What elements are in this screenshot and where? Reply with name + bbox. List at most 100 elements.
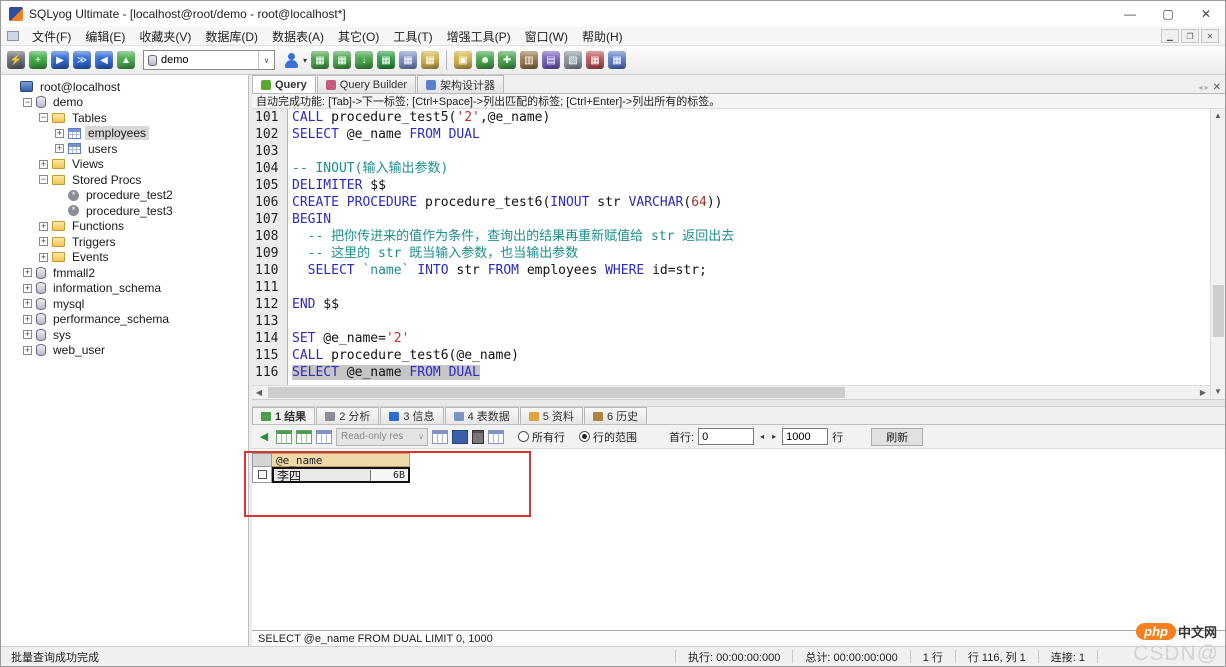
row-checkbox[interactable] bbox=[257, 470, 267, 479]
insert-row-icon[interactable]: ▦ bbox=[311, 51, 330, 69]
compare-icon[interactable]: ▦ bbox=[608, 51, 627, 69]
mdi-minimize-button[interactable]: ▁ bbox=[1161, 29, 1179, 43]
tree-item-information-schema[interactable]: + information_schema bbox=[1, 281, 248, 297]
tree-item-procedure-test2[interactable]: * procedure_test2 bbox=[1, 188, 248, 204]
expand-icon[interactable]: + bbox=[39, 159, 48, 169]
grid-corner-cell[interactable] bbox=[252, 453, 272, 467]
snapshot-icon[interactable]: ▧ bbox=[564, 51, 583, 69]
expand-icon[interactable]: + bbox=[23, 283, 32, 293]
export-table-icon[interactable]: ▦ bbox=[377, 51, 396, 69]
table-row[interactable]: 李四 6B bbox=[252, 467, 410, 483]
mdi-restore-button[interactable]: ❐ bbox=[1181, 29, 1199, 43]
expand-icon[interactable]: + bbox=[39, 221, 48, 231]
tree-item-performance-schema[interactable]: + performance_schema bbox=[1, 312, 248, 328]
readonly-result-dropdown[interactable]: Read-only res ∨ bbox=[336, 427, 428, 446]
expand-icon[interactable]: + bbox=[23, 268, 32, 278]
editor-vertical-scrollbar[interactable]: ▲ ▼ bbox=[1210, 109, 1225, 399]
hscroll-thumb[interactable] bbox=[268, 387, 845, 398]
execute-query-icon[interactable]: ▶ bbox=[51, 51, 69, 69]
code-line[interactable]: END $$ bbox=[288, 296, 1210, 313]
delete-row-icon[interactable] bbox=[472, 429, 484, 444]
code-line[interactable] bbox=[288, 313, 1210, 330]
row-count-input[interactable] bbox=[782, 428, 829, 445]
maximize-button[interactable]: ▢ bbox=[1149, 1, 1187, 27]
code-line[interactable]: CREATE PROCEDURE procedure_test6(INOUT s… bbox=[288, 194, 1210, 211]
save-changes-icon[interactable] bbox=[452, 429, 468, 444]
menu-item-9[interactable]: 窗口(W) bbox=[518, 27, 575, 45]
result-tab-5-资料[interactable]: 5 资料 bbox=[519, 407, 583, 424]
code-line[interactable]: SELECT @e_name FROM DUAL bbox=[288, 126, 1210, 143]
row-range-radio-circle[interactable] bbox=[579, 431, 590, 442]
editor-result-splitter[interactable] bbox=[252, 399, 1225, 407]
tree-item-sys[interactable]: + sys bbox=[1, 327, 248, 343]
tree-item-procedure-test3[interactable]: * procedure_test3 bbox=[1, 203, 248, 219]
menu-item-1[interactable]: 文件(F) bbox=[25, 27, 78, 45]
code-line[interactable]: -- 这里的 str 既当输入参数，也当输出参数 bbox=[288, 245, 1210, 262]
user-icon[interactable] bbox=[283, 51, 301, 69]
tree-item-fmmall2[interactable]: + fmmall2 bbox=[1, 265, 248, 281]
refresh-icon[interactable]: ◀ bbox=[95, 51, 113, 69]
row-checkbox-cell[interactable] bbox=[252, 467, 272, 483]
tree-item-functions[interactable]: + Functions bbox=[1, 219, 248, 235]
expand-icon[interactable]: + bbox=[23, 314, 32, 324]
tree-item-views[interactable]: + Views bbox=[1, 157, 248, 173]
tree-item-employees[interactable]: + employees bbox=[1, 126, 248, 142]
all-rows-radio-circle[interactable] bbox=[518, 431, 529, 442]
database-selector[interactable]: demo ∨ bbox=[143, 50, 275, 70]
duplicate-row-icon[interactable]: ▦ bbox=[333, 51, 352, 69]
result-tab-6-历史[interactable]: 6 历史 bbox=[583, 407, 648, 424]
code-line[interactable]: SELECT @e_name FROM DUAL bbox=[288, 364, 1210, 381]
code-line[interactable] bbox=[288, 143, 1210, 160]
menu-item-8[interactable]: 增强工具(P) bbox=[440, 27, 518, 45]
tree-item-tables[interactable]: − Tables bbox=[1, 110, 248, 126]
code-line[interactable]: BEGIN bbox=[288, 211, 1210, 228]
backup-icon[interactable]: ▣ bbox=[454, 51, 473, 69]
tab-query[interactable]: Query bbox=[252, 75, 316, 93]
expand-icon[interactable]: + bbox=[23, 330, 32, 340]
menu-item-10[interactable]: 帮助(H) bbox=[575, 27, 630, 45]
menu-item-5[interactable]: 数据表(A) bbox=[265, 27, 331, 45]
first-row-input[interactable] bbox=[698, 428, 755, 445]
scheduler-icon[interactable]: ▤ bbox=[542, 51, 561, 69]
code-line[interactable] bbox=[288, 279, 1210, 296]
tab-query-builder[interactable]: Query Builder bbox=[316, 75, 417, 93]
collapse-icon[interactable]: − bbox=[39, 175, 48, 185]
scroll-left-icon[interactable]: ◀ bbox=[252, 388, 266, 397]
code-line[interactable]: CALL procedure_test6(@e_name) bbox=[288, 347, 1210, 364]
code-line[interactable]: SET @e_name='2' bbox=[288, 330, 1210, 347]
chart-icon[interactable]: ▲ bbox=[117, 51, 135, 69]
column-header-@e_name[interactable]: @e_name bbox=[272, 453, 410, 467]
page-next-icon[interactable]: ▸ bbox=[770, 432, 778, 441]
user-caret-icon[interactable]: ▾ bbox=[303, 56, 307, 65]
execute-all-icon[interactable]: ≫ bbox=[73, 51, 91, 69]
code-line[interactable]: SELECT `name` INTO str FROM employees WH… bbox=[288, 262, 1210, 279]
new-connection-icon[interactable]: + bbox=[29, 51, 47, 69]
all-rows-radio[interactable]: 所有行 bbox=[518, 429, 565, 445]
tree-item-mysql[interactable]: + mysql bbox=[1, 296, 248, 312]
tab-scroll-icons[interactable]: ◂ ▸ bbox=[1198, 83, 1208, 92]
import-icon[interactable]: ↓ bbox=[355, 51, 374, 69]
result-cell[interactable]: 李四 6B bbox=[272, 467, 410, 483]
tree-item-demo[interactable]: − demo bbox=[1, 95, 248, 111]
code-area[interactable]: CALL procedure_test5('2',@e_name) SELECT … bbox=[288, 109, 1210, 385]
expand-icon[interactable]: + bbox=[23, 345, 32, 355]
tree-item-root-localhost[interactable]: root@localhost bbox=[1, 79, 248, 95]
expand-icon[interactable]: + bbox=[39, 252, 48, 262]
scroll-right-icon[interactable]: ▶ bbox=[1196, 388, 1210, 397]
editor-horizontal-scrollbar[interactable]: ◀ ▶ bbox=[252, 385, 1210, 399]
user-manager-icon[interactable]: ☻ bbox=[476, 51, 495, 69]
tree-item-events[interactable]: + Events bbox=[1, 250, 248, 266]
refresh-button[interactable]: 刷新 bbox=[871, 427, 924, 446]
migrate-icon[interactable]: ▥ bbox=[520, 51, 539, 69]
add-row-icon[interactable] bbox=[432, 429, 448, 444]
collapse-icon[interactable]: − bbox=[23, 97, 32, 107]
tab-架构设计器[interactable]: 架构设计器 bbox=[417, 75, 505, 93]
result-tab-1-结果[interactable]: 1 结果 bbox=[252, 407, 316, 424]
row-range-radio[interactable]: 行的范围 bbox=[579, 429, 637, 445]
vscroll-thumb[interactable] bbox=[1213, 285, 1224, 338]
refresh-grid-icon[interactable] bbox=[488, 429, 504, 444]
menu-item-7[interactable]: 工具(T) bbox=[386, 27, 439, 45]
form-view-icon[interactable] bbox=[296, 429, 312, 444]
schema-grid-icon[interactable]: ▦ bbox=[421, 51, 440, 69]
expand-icon[interactable]: + bbox=[23, 299, 32, 309]
